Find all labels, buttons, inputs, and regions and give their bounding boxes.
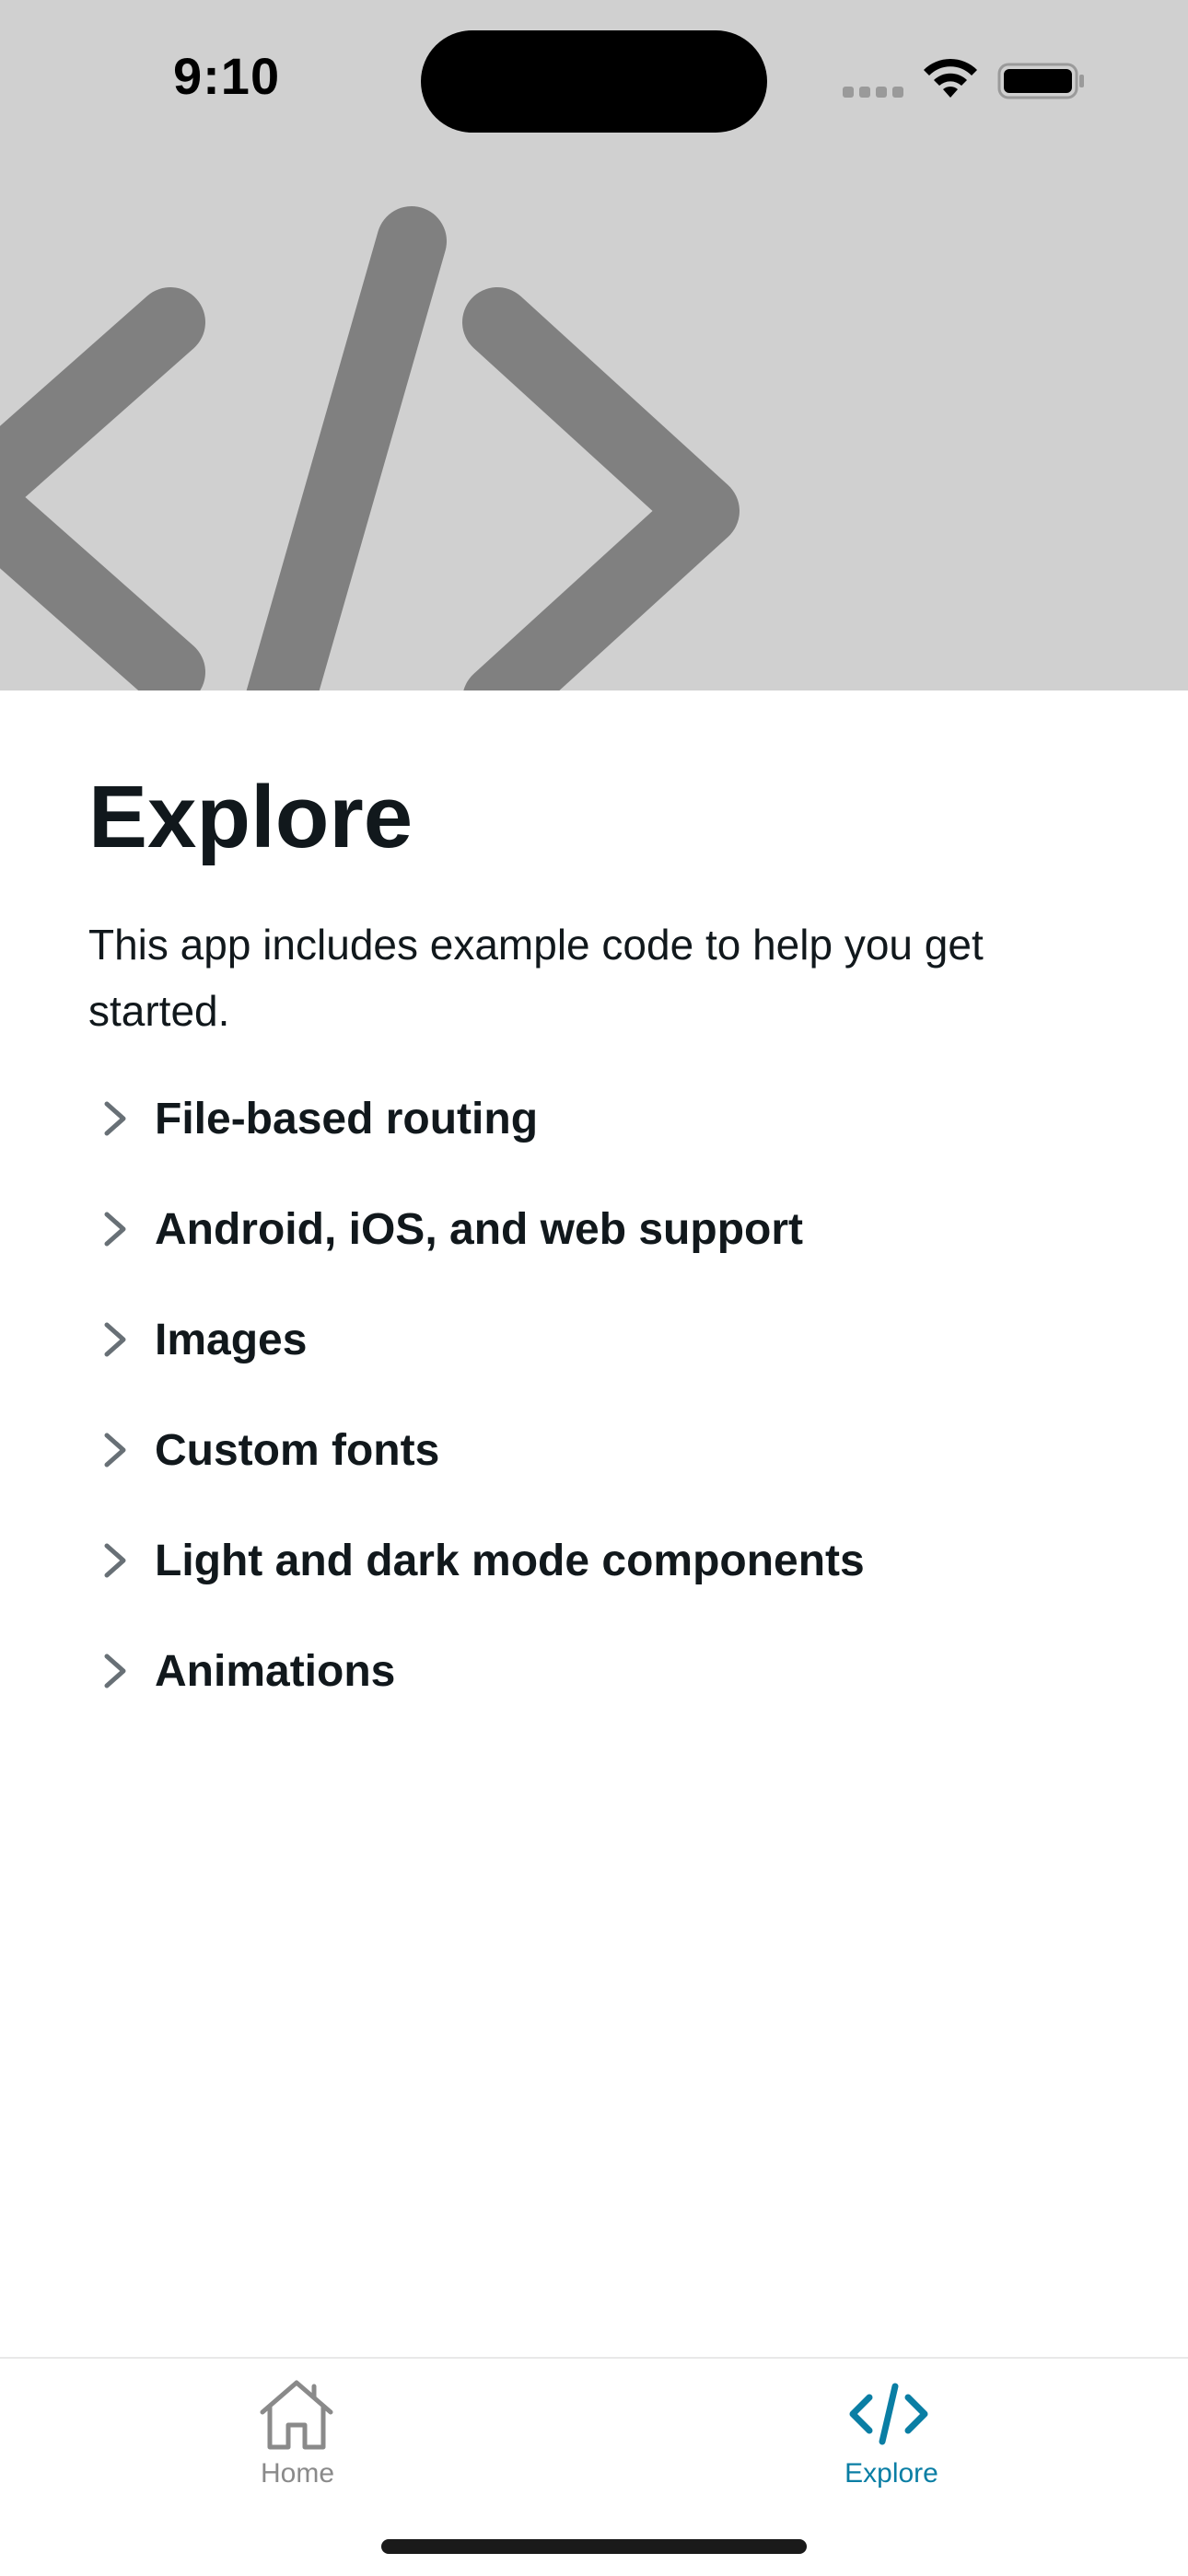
wifi-icon (924, 58, 977, 98)
chevron-right-icon (104, 1543, 126, 1578)
collapsible-label: Images (155, 1315, 308, 1364)
chevron-right-icon (104, 1101, 126, 1136)
tab-home[interactable]: Home (0, 2359, 594, 2524)
collapsible-platform-support[interactable]: Android, iOS, and web support (88, 1174, 1101, 1284)
house-icon (260, 2380, 333, 2450)
status-bar: 9:10 (0, 0, 1188, 157)
status-time: 9:10 (173, 47, 281, 105)
collapsible-label: File-based routing (155, 1094, 539, 1143)
battery-icon (997, 63, 1084, 99)
chevron-right-icon (104, 1654, 126, 1688)
intro-text: This app includes example code to help y… (88, 921, 984, 1035)
home-indicator (381, 2539, 807, 2554)
collapsible-label: Android, iOS, and web support (155, 1204, 803, 1254)
collapsible-file-based-routing[interactable]: File-based routing (88, 1063, 1101, 1174)
page-title: Explore (88, 768, 413, 866)
collapsible-light-dark-mode[interactable]: Light and dark mode components (88, 1505, 1101, 1616)
collapsible-label: Animations (155, 1646, 396, 1696)
collapsible-animations[interactable]: Animations (88, 1616, 1101, 1726)
tab-explore-label: Explore (844, 2458, 938, 2489)
cellular-signal-icon (843, 87, 903, 98)
collapsible-custom-fonts[interactable]: Custom fonts (88, 1395, 1101, 1505)
dynamic-island (421, 30, 767, 133)
chevron-right-icon (104, 1212, 126, 1247)
feature-list: File-based routing Android, iOS, and web… (88, 1063, 1101, 1726)
chevron-right-icon (104, 1322, 126, 1357)
tab-explore[interactable]: Explore (594, 2359, 1188, 2524)
collapsible-images[interactable]: Images (88, 1284, 1101, 1395)
code-icon (849, 2383, 928, 2445)
collapsible-label: Light and dark mode components (155, 1536, 865, 1585)
collapsible-label: Custom fonts (155, 1425, 440, 1475)
chevron-right-icon (104, 1433, 126, 1468)
